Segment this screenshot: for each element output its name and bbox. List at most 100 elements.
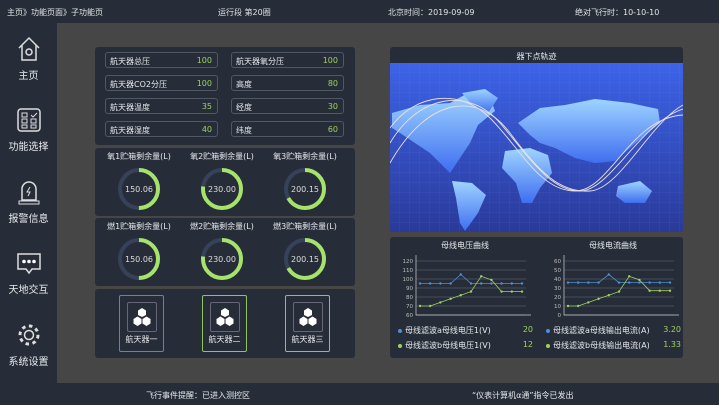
line-chart: 60 70 80 90 100 110 120 — [403, 255, 531, 319]
tank-gauge: 燃2贮箱剩余量(L) 230.00 — [182, 218, 262, 283]
data-point — [490, 282, 493, 285]
param-cell: 航天器总压 100 — [105, 52, 218, 68]
sidebar-item-label: 功能选择 — [8, 142, 49, 153]
tank-gauge: 燃1贮箱剩余量(L) 150.06 — [99, 218, 179, 283]
legend-dot-icon — [546, 328, 550, 333]
legend-value: 1.33 — [663, 340, 681, 349]
data-point — [648, 281, 651, 284]
tank-gauge: 燃3贮箱剩余量(L) 200.15 — [265, 218, 345, 283]
legend-item: 母线滤波b母线电压1(V) 12 — [398, 340, 533, 351]
tank-label: 燃2贮箱剩余量(L) — [190, 222, 254, 231]
data-point — [520, 282, 524, 285]
sidebar-item-label: 主页 — [18, 71, 39, 82]
y-tick-label: 10 — [554, 304, 561, 310]
legend-dot-icon — [398, 328, 402, 333]
tank-value: 150.06 — [125, 185, 153, 194]
legend-item: 母线滤波a母线电压1(V) 20 — [398, 325, 533, 336]
gauge-ring: 230.00 — [201, 238, 243, 280]
y-tick-label: 80 — [406, 295, 413, 301]
chat-icon — [16, 253, 41, 275]
tank-gauge: 氧3贮箱剩余量(L) 200.15 — [265, 148, 345, 213]
craft-select-button[interactable]: 航天器一 — [119, 295, 164, 352]
line-chart: 0 10 20 30 40 50 60 — [554, 255, 679, 319]
param-label: 航天器总压 — [110, 57, 150, 66]
data-point — [418, 304, 422, 308]
ground-track-panel: 器下点轨迹 — [390, 47, 683, 232]
data-point — [480, 275, 483, 278]
param-label: 高度 — [236, 80, 252, 89]
data-point — [638, 281, 641, 284]
y-tick-label: 60 — [554, 259, 561, 265]
data-point — [597, 297, 600, 300]
param-cell: 纬度 60 — [231, 121, 344, 137]
data-point — [587, 301, 590, 304]
data-point — [566, 304, 570, 308]
data-point — [648, 289, 651, 292]
sidebar-item-interaction[interactable]: 天地交互 — [0, 249, 57, 296]
param-cell: 航天器湿度 40 — [105, 121, 218, 137]
data-point — [429, 282, 432, 285]
gauge-ring: 230.00 — [201, 168, 243, 210]
tank-label: 燃1贮箱剩余量(L) — [107, 222, 171, 231]
legend-label: 母线滤波b母线电压1(V) — [405, 341, 491, 350]
y-tick-label: 90 — [406, 286, 413, 292]
chart-title: 母线电压曲线 — [441, 241, 489, 250]
tank-value: 230.00 — [208, 255, 236, 264]
param-label: 经度 — [236, 103, 252, 112]
gear-icon — [18, 324, 39, 346]
bus-charts-panel: 母线电压曲线 母线滤波a母线电压1(V) 20 母线滤波b母线电压1(V) 12 60 70… — [390, 237, 683, 358]
data-point — [617, 290, 621, 293]
craft-select-button[interactable]: 航天器三 — [285, 295, 330, 352]
data-point — [597, 281, 600, 284]
tank-value: 150.06 — [125, 255, 153, 264]
sidebar-item-alarm[interactable]: 报警信息 — [0, 178, 57, 225]
sidebar-item-settings[interactable]: 系统设置 — [0, 321, 57, 368]
tank-value: 200.15 — [291, 185, 319, 194]
legend-dot-icon — [546, 343, 550, 348]
sidebar-item-function[interactable]: 功能选择 — [0, 106, 57, 153]
tank-label: 氧2贮箱剩余量(L) — [190, 152, 254, 161]
flight-time: 绝对飞行时：10-10-10 — [575, 8, 660, 17]
legend-item: 母线滤波a母线输出电流(A) 3.20 — [546, 325, 681, 336]
data-point — [607, 273, 610, 276]
data-point — [449, 297, 452, 300]
y-tick-label: 40 — [554, 277, 561, 283]
craft-label: 航天器一 — [125, 335, 158, 344]
breadcrumb[interactable]: 主页》功能页面》子功能页 — [7, 7, 103, 18]
tank-value: 230.00 — [208, 185, 236, 194]
param-cell: 经度 30 — [231, 98, 344, 114]
data-point — [577, 304, 580, 308]
sidebar-item-label: 报警信息 — [8, 214, 49, 225]
y-tick-label: 60 — [406, 313, 413, 319]
data-point — [480, 282, 483, 285]
status-bar: 飞行事件提醒：已进入测控区 “仪表计算机α通”指令已发出 — [0, 383, 719, 405]
data-point — [607, 294, 610, 297]
param-cell: 航天器CO2分压 100 — [105, 75, 218, 91]
param-label: 航天器温度 — [110, 103, 150, 112]
data-point — [638, 278, 641, 282]
tank-label: 氧1贮箱剩余量(L) — [107, 152, 171, 161]
param-label: 航天器CO2分压 — [110, 80, 167, 89]
param-label: 航天器湿度 — [110, 126, 150, 135]
run-segment: 运行段 第20圈 — [218, 8, 271, 17]
craft-select-button[interactable]: 航天器二 — [202, 295, 247, 352]
command-status: “仪表计算机α通”指令已发出 — [472, 391, 574, 400]
world-map[interactable] — [390, 63, 683, 232]
param-label: 航天器氧分压 — [236, 57, 284, 66]
param-value: 100 — [196, 56, 212, 65]
chart-title: 母线电流曲线 — [589, 241, 637, 250]
y-tick-label: 110 — [403, 268, 414, 274]
param-label: 纬度 — [236, 126, 252, 135]
checklist-icon — [16, 108, 41, 132]
top-bar: 主页》功能页面》子功能页 运行段 第20圈 北京时间：2019-09-09 绝对… — [0, 0, 719, 23]
oxygen-tanks-panel: 氧1贮箱剩余量(L) 150.06 氧2贮箱剩余量(L) 230.00 氧3贮箱剩余… — [95, 148, 355, 216]
param-value: 100 — [196, 79, 212, 88]
legend-label: 母线滤波b母线输出电流(A) — [553, 341, 650, 350]
legend-item: 母线滤波b母线输出电流(A) 1.33 — [546, 340, 681, 351]
sidebar-item-home[interactable]: 主页 — [0, 35, 57, 82]
tank-label: 氧3贮箱剩余量(L) — [273, 152, 337, 161]
data-point — [459, 273, 462, 276]
craft-label: 航天器三 — [291, 335, 324, 344]
data-point — [658, 281, 661, 284]
data-point — [439, 301, 442, 304]
